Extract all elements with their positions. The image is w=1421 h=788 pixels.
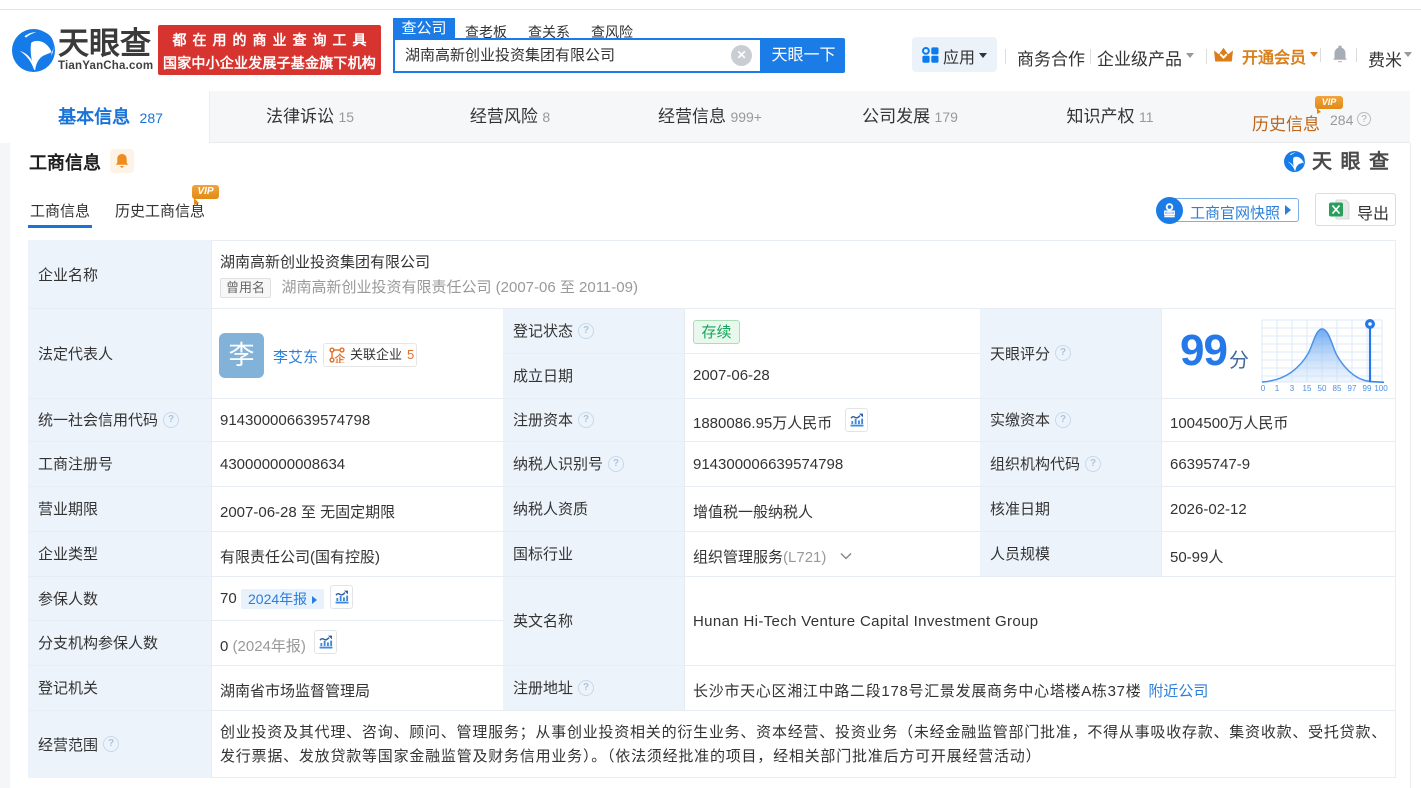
svg-text:97: 97 [1348,384,1357,393]
svg-text:3: 3 [1290,384,1295,393]
svg-text:1: 1 [1275,384,1280,393]
svg-text:85: 85 [1333,384,1342,393]
svg-text:99: 99 [1363,384,1372,393]
svg-text:0: 0 [1261,384,1266,393]
svg-text:100: 100 [1374,384,1388,393]
svg-text:15: 15 [1303,384,1312,393]
svg-text:50: 50 [1318,384,1327,393]
svg-text:企: 企 [333,352,345,363]
